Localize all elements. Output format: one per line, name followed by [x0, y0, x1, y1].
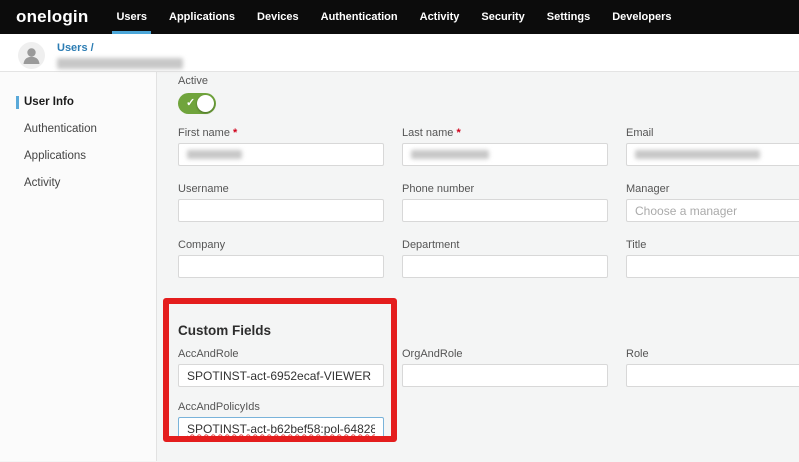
toggle-knob	[197, 95, 214, 112]
field-company: Company	[178, 239, 384, 278]
user-info-form: Active ✓ First name * Last name * Email	[157, 72, 799, 461]
nav-item-devices[interactable]: Devices	[257, 0, 299, 34]
manager-label: Manager	[626, 183, 799, 196]
field-first-name: First name *	[178, 127, 384, 166]
onelogin-logo[interactable]: onelogin	[16, 7, 88, 27]
active-label: Active	[178, 75, 799, 88]
field-manager: Manager	[626, 183, 799, 222]
redacted-email	[635, 150, 760, 159]
field-email: Email	[626, 127, 799, 166]
nav-item-security[interactable]: Security	[481, 0, 524, 34]
sidebar-item-authentication[interactable]: Authentication	[16, 123, 156, 136]
acc-and-policy-ids-label: AccAndPolicyIds	[178, 401, 384, 414]
check-icon: ✓	[186, 96, 195, 109]
breadcrumb-users-link[interactable]: Users /	[57, 42, 183, 54]
custom-fields-heading: Custom Fields	[178, 323, 799, 338]
active-toggle[interactable]: ✓	[178, 93, 216, 114]
company-label: Company	[178, 239, 384, 252]
person-icon	[18, 42, 45, 69]
email-label: Email	[626, 127, 799, 140]
acc-and-role-input[interactable]	[178, 364, 384, 387]
username-label: Username	[178, 183, 384, 196]
sidebar-item-applications[interactable]: Applications	[16, 150, 156, 163]
nav-item-users[interactable]: Users	[116, 0, 147, 34]
nav-item-applications[interactable]: Applications	[169, 0, 235, 34]
email-input[interactable]	[626, 143, 799, 166]
acc-and-policy-ids-input[interactable]	[178, 417, 384, 440]
sidebar-item-user-info[interactable]: User Info	[16, 96, 156, 109]
field-last-name: Last name *	[402, 127, 608, 166]
sidebar: User Info Authentication Applications Ac…	[0, 72, 157, 461]
department-input[interactable]	[402, 255, 608, 278]
first-name-label: First name *	[178, 127, 384, 140]
title-label: Title	[626, 239, 799, 252]
acc-and-role-label: AccAndRole	[178, 348, 384, 361]
redacted-last-name	[411, 150, 489, 159]
first-name-input[interactable]	[178, 143, 384, 166]
department-label: Department	[402, 239, 608, 252]
role-input[interactable]	[626, 364, 799, 387]
org-and-role-label: OrgAndRole	[402, 348, 608, 361]
last-name-input[interactable]	[402, 143, 608, 166]
nav-item-authentication[interactable]: Authentication	[321, 0, 398, 34]
nav-item-developers[interactable]: Developers	[612, 0, 671, 34]
field-title: Title	[626, 239, 799, 278]
field-username: Username	[178, 183, 384, 222]
redacted-first-name	[187, 150, 242, 159]
org-and-role-input[interactable]	[402, 364, 608, 387]
required-asterisk: *	[456, 127, 460, 139]
field-acc-and-policy-ids: AccAndPolicyIds	[178, 401, 384, 440]
title-input[interactable]	[626, 255, 799, 278]
field-department: Department	[402, 239, 608, 278]
field-role: Role	[626, 348, 799, 387]
field-org-and-role: OrgAndRole	[402, 348, 608, 387]
sidebar-item-activity[interactable]: Activity	[16, 177, 156, 190]
nav-item-activity[interactable]: Activity	[420, 0, 460, 34]
redacted-username	[57, 58, 183, 69]
company-input[interactable]	[178, 255, 384, 278]
onelogin-user-edit-page: onelogin Users Applications Devices Auth…	[0, 0, 799, 462]
last-name-label: Last name *	[402, 127, 608, 140]
required-asterisk: *	[233, 127, 237, 139]
username-input[interactable]	[178, 199, 384, 222]
manager-input[interactable]	[626, 199, 799, 222]
page-header: Users /	[0, 34, 799, 72]
nav-menu: Users Applications Devices Authenticatio…	[116, 0, 671, 34]
phone-number-input[interactable]	[402, 199, 608, 222]
role-label: Role	[626, 348, 799, 361]
field-phone-number: Phone number	[402, 183, 608, 222]
top-nav: onelogin Users Applications Devices Auth…	[0, 0, 799, 34]
avatar	[18, 42, 45, 69]
phone-number-label: Phone number	[402, 183, 608, 196]
field-acc-and-role: AccAndRole	[178, 348, 384, 387]
nav-item-settings[interactable]: Settings	[547, 0, 590, 34]
